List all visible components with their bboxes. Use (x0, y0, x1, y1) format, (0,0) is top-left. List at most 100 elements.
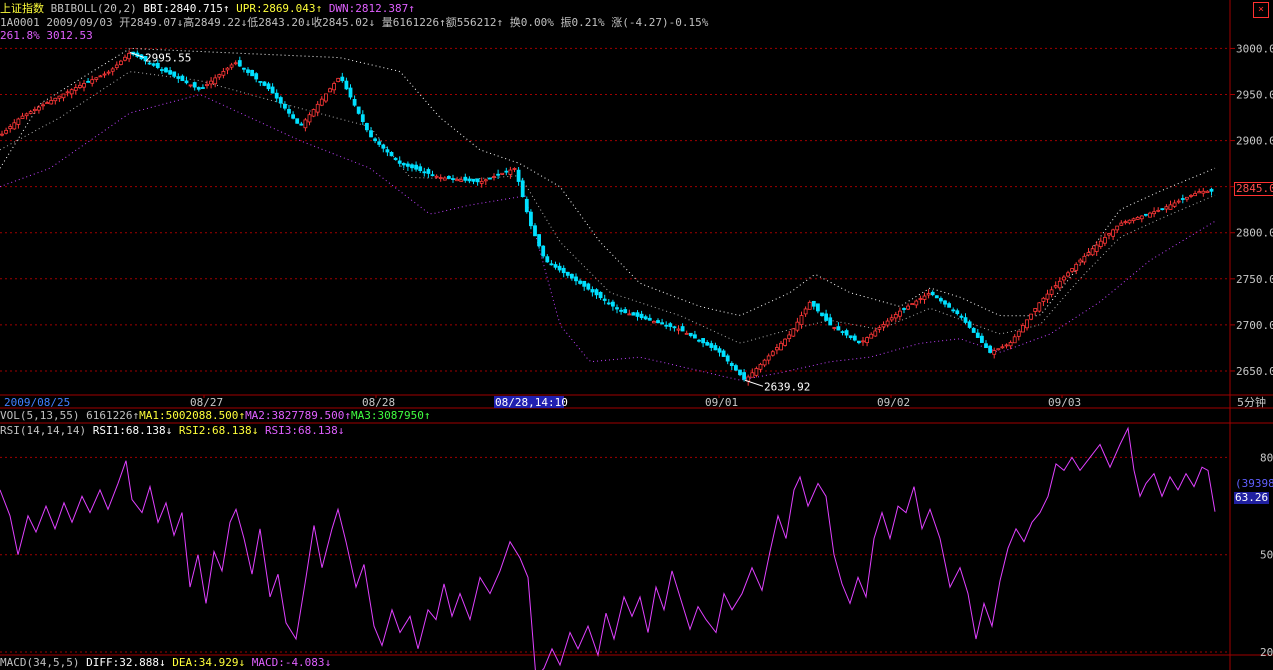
candle-body (791, 328, 796, 337)
candle (635, 310, 640, 321)
candle-body (492, 176, 496, 178)
candle (364, 122, 369, 133)
candle-body (1156, 209, 1161, 212)
candle-body (852, 335, 857, 341)
candle (832, 326, 837, 331)
rsi2-arrow: ↓ (251, 424, 259, 437)
candle (902, 307, 906, 314)
macd-label: MACD(34,5,5) (0, 656, 80, 669)
candle-body (430, 174, 435, 177)
quote-open: 开2849.07 (119, 16, 177, 29)
candle-body (955, 310, 960, 314)
candle-body (422, 171, 427, 174)
candle-body (500, 172, 505, 175)
candle (807, 300, 812, 310)
candle-body (980, 335, 984, 343)
candle-body (717, 348, 722, 353)
candle (852, 333, 857, 342)
candle (734, 363, 738, 371)
candle (795, 317, 800, 333)
candle (295, 118, 300, 124)
candle-body (889, 317, 894, 321)
candle (729, 361, 734, 371)
candle (762, 358, 767, 368)
candle (24, 112, 29, 120)
candle (1107, 232, 1111, 240)
candle-body (196, 87, 201, 90)
candle-body (438, 177, 443, 179)
candle (1160, 208, 1165, 211)
candle (221, 67, 226, 79)
candle (1152, 207, 1156, 218)
time-axis-label: 08/28 (362, 396, 395, 409)
candle (1082, 253, 1087, 265)
candle-body (1098, 240, 1103, 247)
candle-body (295, 118, 300, 124)
stock-chart[interactable]: 3000.02950.02900.02850.02800.02750.02700… (0, 0, 1273, 670)
candle-body (127, 52, 131, 60)
candle (803, 306, 808, 317)
candle-body (78, 84, 82, 88)
candle-body (795, 321, 800, 331)
candle (278, 95, 283, 108)
candle-body (69, 89, 74, 95)
candle-body (414, 164, 419, 170)
candle (82, 80, 86, 92)
grid-lines (0, 0, 1273, 670)
candle (955, 308, 960, 316)
candle (266, 81, 271, 91)
close-icon[interactable]: × (1253, 2, 1269, 18)
candle-body (824, 313, 828, 321)
candle-body (611, 301, 615, 307)
candle-body (352, 99, 357, 106)
candle-body (861, 340, 865, 343)
candle (775, 343, 779, 355)
candle (110, 67, 115, 76)
index-title: 上证指数 (0, 2, 44, 15)
candle-body (1090, 248, 1095, 256)
candle-body (549, 263, 554, 266)
candle (98, 74, 103, 78)
candle-body (652, 321, 656, 324)
candle (414, 161, 419, 172)
quote-code: 1A0001 (0, 16, 40, 29)
candle-body (762, 359, 767, 366)
candle-body (606, 302, 611, 305)
candle (1123, 219, 1128, 225)
candle (1094, 241, 1099, 257)
candle-body (1016, 330, 1021, 337)
candle (1201, 187, 1206, 197)
candle-body (873, 330, 878, 337)
candle (930, 290, 935, 297)
candle-body (12, 122, 17, 130)
candle-body (520, 180, 525, 198)
candle (0, 130, 4, 137)
candle (164, 66, 168, 73)
candle-body (1086, 252, 1091, 256)
candle-body (287, 109, 291, 114)
candle (1127, 219, 1132, 225)
candle-body (487, 177, 492, 180)
candle (168, 67, 173, 76)
candle (779, 340, 783, 351)
candle (487, 177, 492, 180)
candle-body (315, 103, 320, 113)
candle (684, 330, 689, 335)
candle (422, 167, 427, 177)
rsi-header: RSI(14,14,14) RSI1:68.138↓ RSI2:68.138↓ … (0, 424, 344, 437)
candle-body (598, 291, 603, 299)
candle-body (816, 303, 820, 312)
candle-body (37, 106, 41, 111)
candle-body (959, 315, 964, 318)
candle-body (1078, 259, 1083, 263)
lower-band (0, 94, 1216, 381)
candle-body (364, 123, 369, 131)
candle (721, 349, 726, 357)
candle-body (8, 126, 13, 130)
candle (381, 144, 386, 153)
candle (344, 77, 349, 91)
quote-amplitude: 振0.21% (560, 16, 605, 29)
candle (94, 77, 99, 83)
candle-body (914, 300, 919, 306)
price-axis-label: 2700.0 (1236, 319, 1273, 332)
